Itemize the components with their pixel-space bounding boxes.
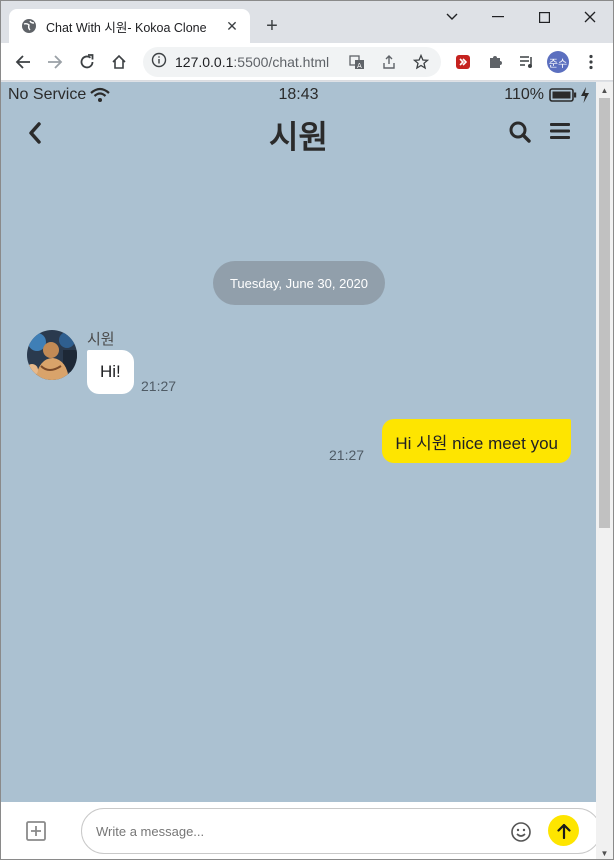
status-right: 110%: [504, 86, 590, 104]
arrow-up-icon: [556, 823, 571, 839]
date-divider: Tuesday, June 30, 2020: [213, 261, 385, 305]
svg-text:A: A: [357, 62, 362, 70]
translate-icon[interactable]: A: [349, 54, 365, 75]
tab-search-icon[interactable]: [429, 3, 475, 31]
message-composer: [1, 802, 596, 859]
extensions-puzzle-icon[interactable]: [481, 48, 509, 76]
incoming-message-bubble: Hi!: [87, 350, 134, 394]
plus-square-icon: [26, 821, 46, 841]
more-menu-icon[interactable]: [577, 48, 605, 76]
reload-icon[interactable]: [73, 48, 101, 76]
chat-page: No Service 18:43 110% 시원 Tuesday, June 3…: [1, 82, 596, 859]
media-playlist-icon[interactable]: [513, 48, 541, 76]
scroll-down-arrow-icon[interactable]: ▼: [596, 845, 613, 859]
sender-avatar[interactable]: [27, 330, 77, 380]
message-time: 21:27: [329, 447, 365, 463]
tab-title: Chat With 시원- Kokoa Clone: [46, 20, 207, 35]
minimize-button[interactable]: [475, 3, 521, 31]
scroll-up-arrow-icon[interactable]: ▲: [596, 82, 613, 98]
message-input[interactable]: [96, 821, 476, 841]
message-time: 21:27: [141, 378, 177, 394]
attach-button[interactable]: [25, 820, 47, 842]
new-tab-button[interactable]: +: [259, 13, 285, 39]
search-button[interactable]: [508, 120, 534, 146]
chat-title: 시원: [269, 119, 328, 155]
smile-icon: [511, 822, 531, 842]
chat-header: 시원: [1, 108, 596, 158]
charging-bolt-icon: [580, 87, 590, 103]
outgoing-message-bubble: Hi 시원 nice meet you: [382, 419, 571, 463]
phone-status-bar: No Service 18:43 110%: [1, 82, 596, 108]
globe-icon: [21, 18, 37, 34]
close-tab-icon[interactable]: ✕: [224, 18, 240, 34]
profile-avatar[interactable]: 준수: [547, 51, 569, 73]
browser-tab[interactable]: Chat With 시원- Kokoa Clone ✕: [9, 9, 250, 43]
tab-strip: Chat With 시원- Kokoa Clone ✕ +: [1, 1, 613, 43]
address-bar[interactable]: 127.0.0.1:5500/chat.html A: [143, 47, 441, 77]
maximize-button[interactable]: [521, 3, 567, 31]
sender-name: 시원: [87, 331, 115, 348]
hamburger-menu-icon: [550, 123, 570, 139]
bookmark-star-icon[interactable]: [412, 53, 430, 75]
site-info-icon[interactable]: [151, 52, 167, 73]
extension-red-icon[interactable]: [449, 48, 477, 76]
share-icon[interactable]: [381, 54, 397, 75]
send-button[interactable]: [548, 815, 579, 846]
scroll-thumb[interactable]: [599, 98, 610, 528]
back-arrow-icon[interactable]: [9, 48, 37, 76]
browser-window: Chat With 시원- Kokoa Clone ✕ + 127.0.0.1:…: [0, 0, 614, 860]
search-icon: [509, 121, 531, 143]
home-icon[interactable]: [105, 48, 133, 76]
menu-button[interactable]: [548, 120, 574, 146]
battery-text: 110%: [504, 86, 544, 103]
battery-icon: [549, 88, 577, 102]
message-input-wrapper: [81, 808, 596, 854]
forward-arrow-icon[interactable]: [41, 48, 69, 76]
emoji-button[interactable]: [510, 821, 532, 843]
url-text: 127.0.0.1:5500/chat.html: [175, 54, 330, 70]
page-scrollbar[interactable]: ▲ ▼: [596, 82, 613, 859]
close-window-button[interactable]: [567, 3, 613, 31]
browser-toolbar: 127.0.0.1:5500/chat.html A 준수: [1, 43, 613, 81]
